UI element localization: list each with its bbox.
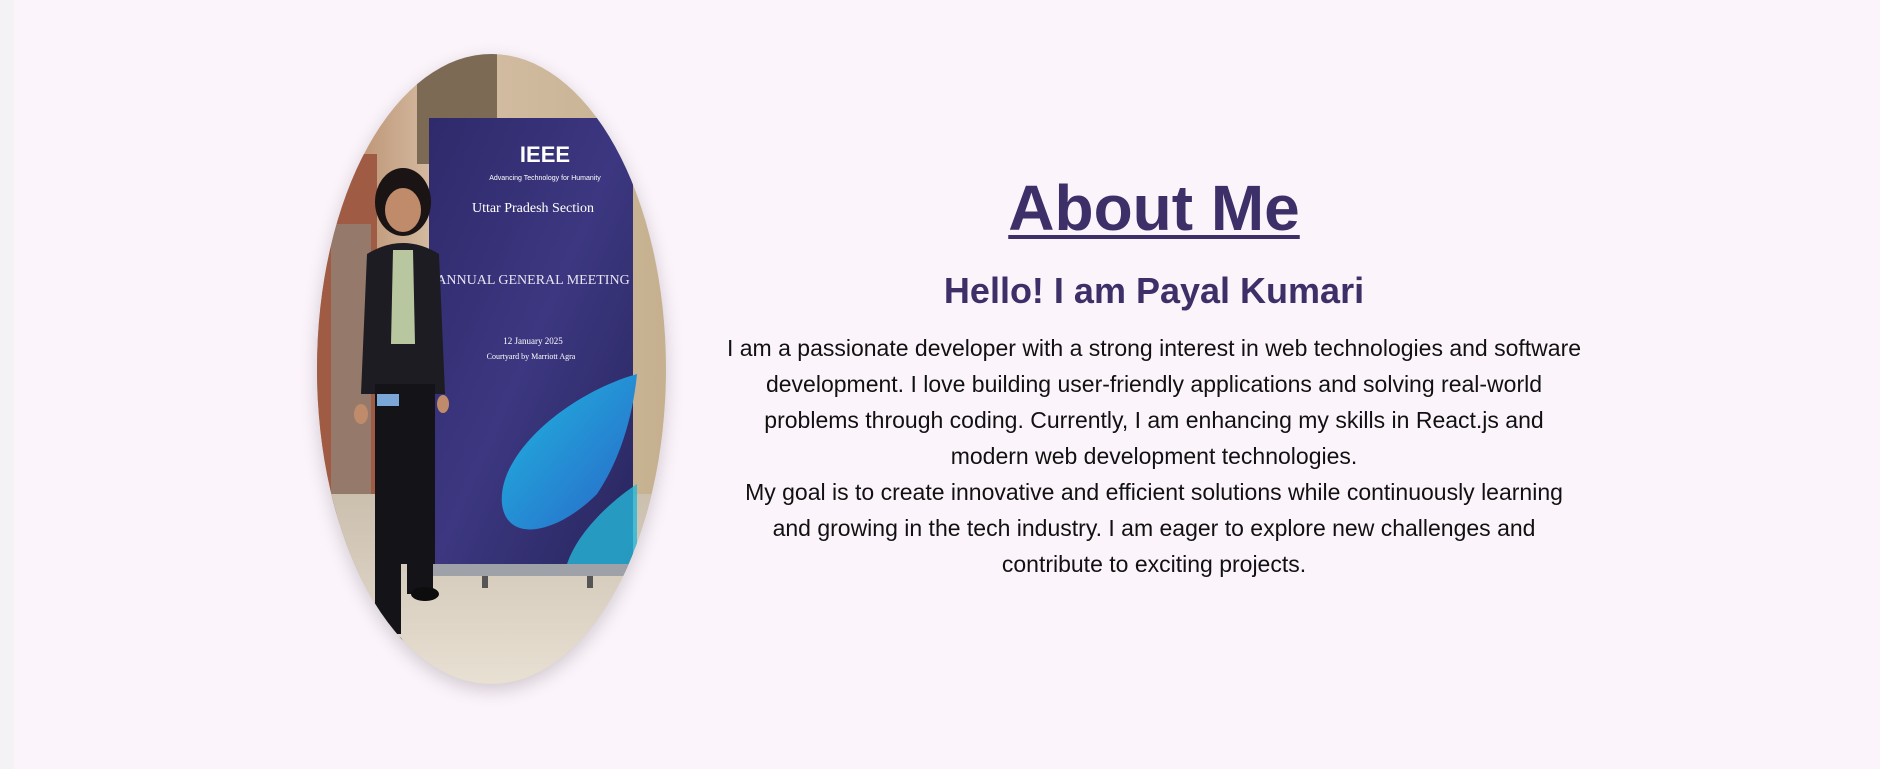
banner-tagline: Advancing Technology for Humanity [489, 175, 601, 182]
about-paragraph-1: I am a passionate developer with a stron… [726, 335, 1582, 469]
about-section: IEEE Advancing Technology for Humanity U… [14, 0, 1880, 769]
about-content: About Me Hello! I am Payal Kumari I am a… [714, 170, 1594, 582]
page-title: About Me [1008, 172, 1300, 244]
banner-event: ANNUAL GENERAL MEETING [436, 273, 629, 288]
banner-venue: Courtyard by Marriott Agra [487, 352, 576, 361]
about-paragraph-2: My goal is to create innovative and effi… [745, 479, 1563, 577]
profile-photo: IEEE Advancing Technology for Humanity U… [317, 54, 666, 684]
greeting-heading: Hello! I am Payal Kumari [943, 270, 1365, 311]
banner-date: 12 January 2025 [503, 336, 563, 346]
banner-section: Uttar Pradesh Section [472, 201, 594, 216]
event-banner: IEEE Advancing Technology for Humanity U… [429, 118, 637, 588]
banner-org: IEEE [520, 142, 570, 167]
about-description: I am a passionate developer with a stron… [724, 330, 1584, 582]
